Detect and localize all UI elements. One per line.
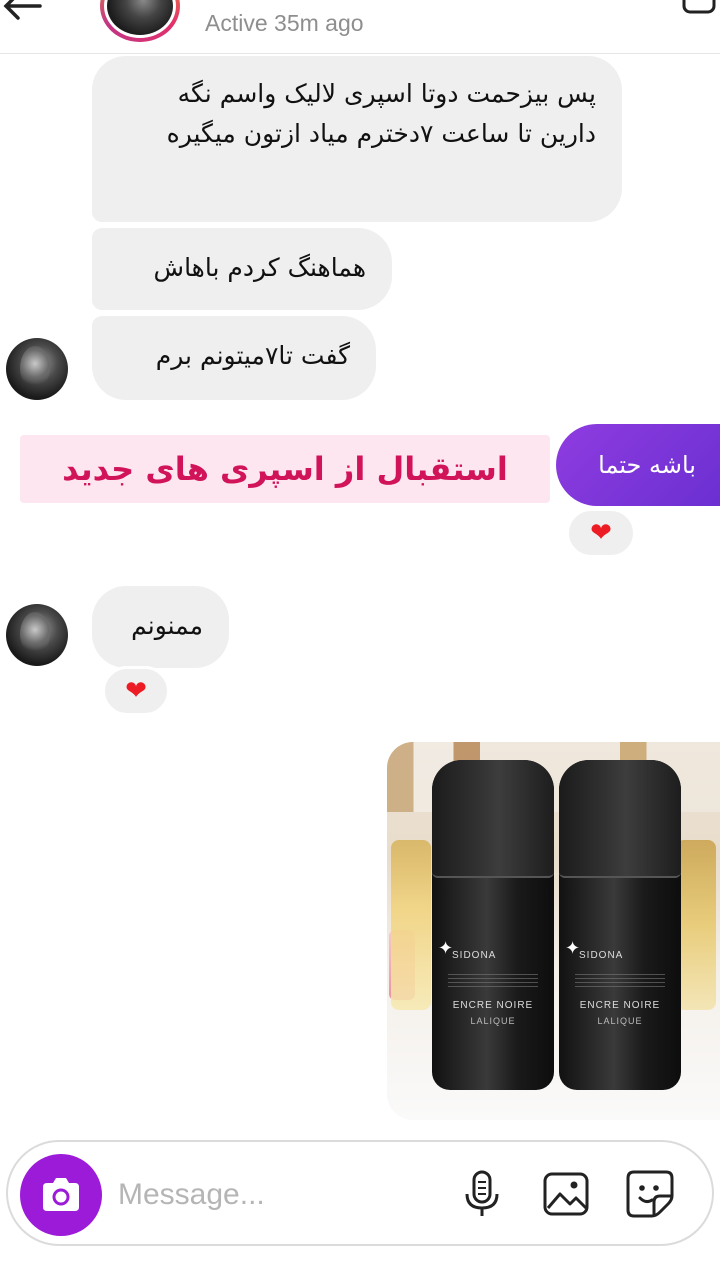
- bottle-name: ENCRE NOIRE: [579, 1000, 661, 1011]
- bottle-brand: SIDONA: [452, 950, 497, 961]
- bottle-name: ENCRE NOIRE: [452, 1000, 534, 1011]
- video-call-icon[interactable]: [680, 0, 720, 24]
- star-icon: ✦: [438, 938, 454, 959]
- background-bottle: [391, 840, 431, 1010]
- background-bottle: [676, 840, 716, 1010]
- arrow-left-icon[interactable]: [0, 0, 52, 26]
- received-message[interactable]: ممنونم: [92, 586, 229, 668]
- heart-icon: ❤: [125, 676, 147, 706]
- heart-reaction[interactable]: ❤: [566, 508, 636, 558]
- sticker-icon[interactable]: [624, 1168, 676, 1220]
- camera-icon: [43, 1178, 79, 1211]
- message-input[interactable]: [118, 1170, 418, 1220]
- received-message[interactable]: هماهنگ کردم باهاش: [92, 228, 392, 310]
- camera-button[interactable]: [20, 1154, 102, 1236]
- avatar[interactable]: [100, 0, 180, 42]
- heart-reaction[interactable]: ❤: [102, 666, 170, 716]
- chat-header: Active 35m ago: [0, 0, 720, 54]
- overlay-caption: استقبال از اسپری های جدید: [20, 435, 550, 503]
- photo-message[interactable]: ✦ SIDONA ENCRE NOIRE LALIQUE ✦ SIDONA EN…: [387, 742, 720, 1120]
- bottle-sub: LALIQUE: [597, 1016, 643, 1026]
- bottle-brand: SIDONA: [579, 950, 624, 961]
- sent-message[interactable]: باشه حتما: [556, 424, 720, 506]
- heart-icon: ❤: [590, 518, 612, 548]
- active-status: Active 35m ago: [205, 10, 364, 36]
- star-icon: ✦: [565, 938, 581, 959]
- microphone-icon[interactable]: [456, 1168, 508, 1220]
- message-composer: [6, 1140, 714, 1246]
- sender-avatar[interactable]: [6, 338, 68, 400]
- spray-bottle: ✦ SIDONA ENCRE NOIRE LALIQUE: [432, 760, 554, 1090]
- gallery-icon[interactable]: [540, 1168, 592, 1220]
- bottle-sub: LALIQUE: [470, 1016, 516, 1026]
- received-message[interactable]: پس بیزحمت دوتا اسپری لالیک واسم نگه داری…: [92, 56, 622, 222]
- sender-avatar[interactable]: [6, 604, 68, 666]
- received-message[interactable]: گفت تا۷میتونم برم: [92, 316, 376, 400]
- spray-bottle: ✦ SIDONA ENCRE NOIRE LALIQUE: [559, 760, 681, 1090]
